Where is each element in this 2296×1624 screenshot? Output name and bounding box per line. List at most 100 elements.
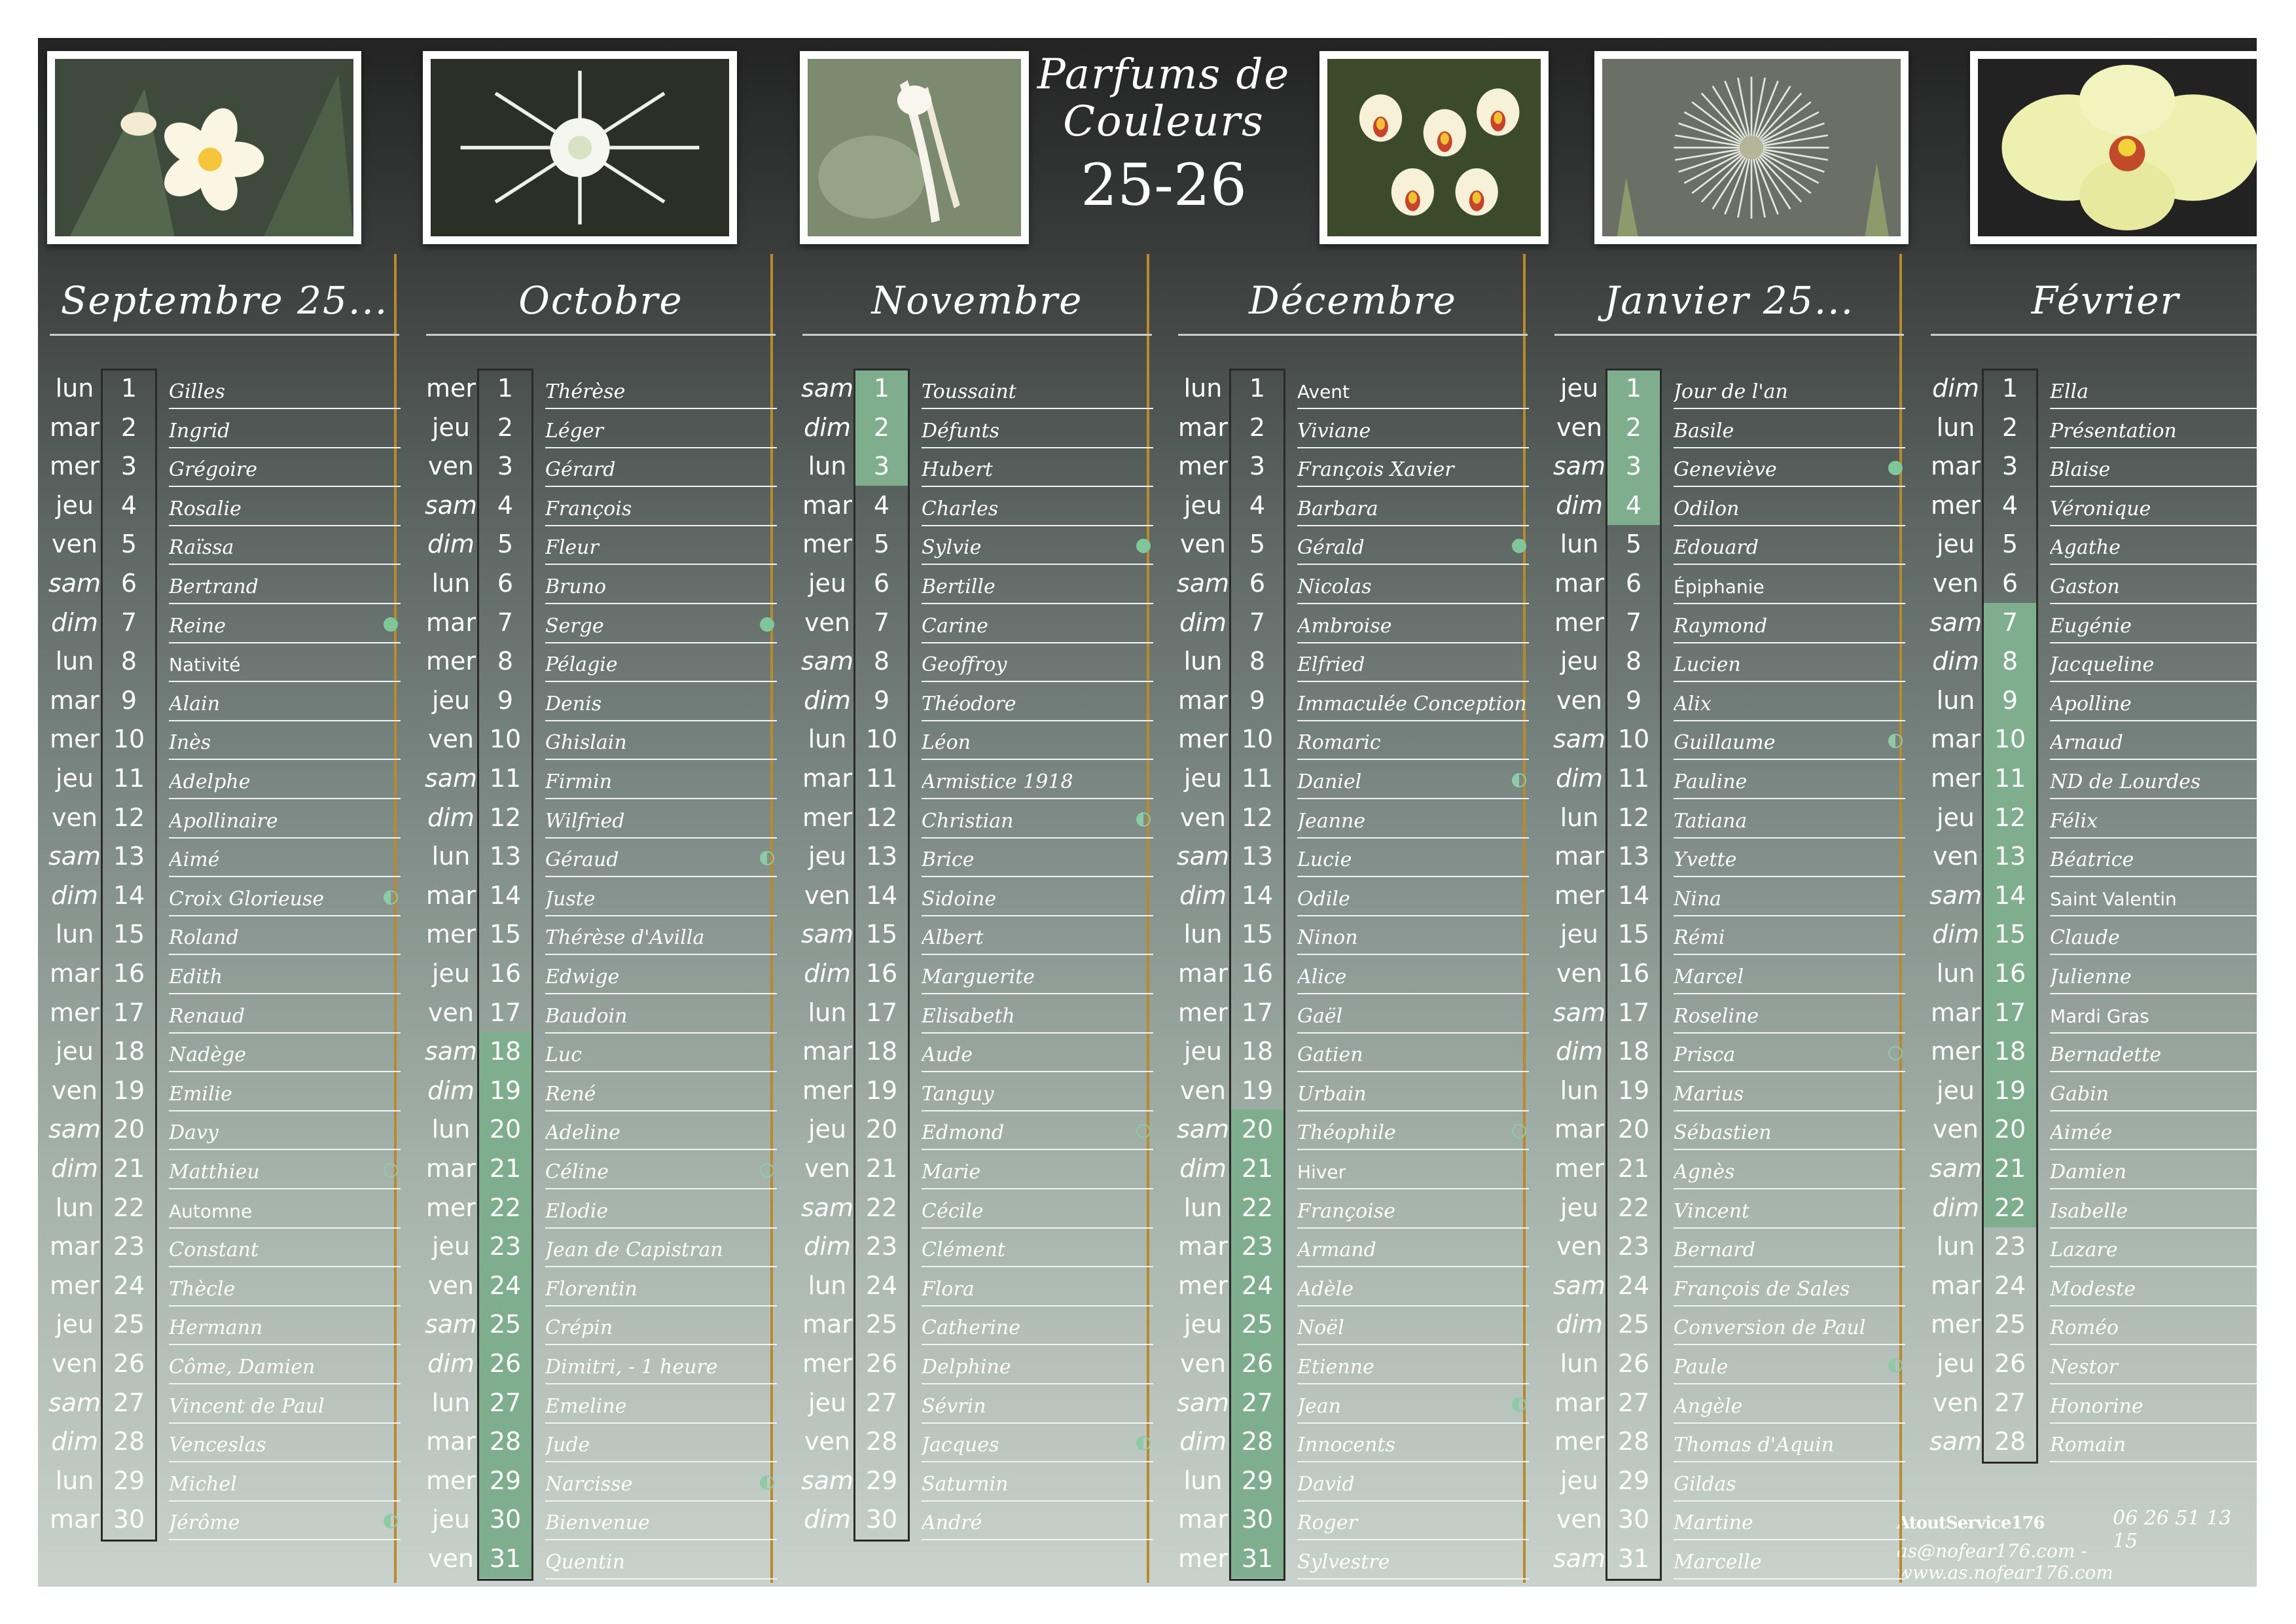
saint-name: Raïssa [169,524,401,566]
day-number: 30 [477,1500,533,1540]
day-row: sam 6 Nicolas [1166,564,1539,604]
day-row: jeu 25 Hermann [38,1305,411,1346]
saint-name: Nicolas [1297,564,1529,604]
day-row: jeu 25 Noël [1166,1305,1539,1346]
day-row: jeu 15 Rémi [1543,914,1916,956]
day-number: 26 [865,1349,898,1378]
day-row: dim 30 André [791,1500,1164,1541]
saint-name: Gilles [169,369,401,409]
saint-name: Firmin [545,759,777,799]
day-row: dim 22 Isabelle [1919,1187,2257,1229]
saint-name: Géraud [545,837,777,878]
day-number: 23 [1994,1232,2026,1261]
day-row: mer 5 Sylvie [791,524,1164,566]
saint-name: Elodie [545,1188,777,1229]
day-row: sam 14 Saint Valentin [1919,875,2257,916]
day-row: dim 19 René [414,1070,787,1111]
day-row: jeu 1 Jour de l'an [1543,369,1916,409]
saint-name: Davy [169,1110,401,1151]
day-row: lun 13 Géraud [414,837,787,878]
spider-lily-photo [423,51,737,244]
day-row: jeu 8 Lucien [1543,641,1916,683]
saint-name: Croix Glorieuse [169,876,401,916]
day-number: 26 [477,1344,533,1383]
day-number: 24 [1229,1265,1285,1305]
month-column: Février dim 1 Ella lun 2 Présentation mar 3 Blais… [1919,270,2257,1464]
day-row: jeu 29 Gildas [1543,1461,1916,1502]
saint-name: Quentin [545,1539,777,1579]
saint-name: Thomas d'Aquin [1674,1422,1905,1463]
saint-name: Isabelle [2050,1188,2257,1229]
day-number: 7 [120,607,137,637]
day-number: 31 [477,1539,533,1578]
saint-name: Théodore [922,681,1153,721]
day-row: dim 21 Hiver [1166,1149,1539,1189]
month-name: Octobre [426,270,776,336]
day-row: ven 16 Marcel [1543,954,1916,994]
saint-name: Bernadette [2050,1032,2257,1073]
saint-name: Romaric [1297,719,1529,761]
saint-name: Côme, Damien [169,1344,401,1384]
day-row: sam 6 Bertrand [38,564,411,604]
day-number: 11 [1982,759,2038,798]
saint-name: Défunts [922,408,1153,448]
saint-name: David [1297,1461,1529,1502]
day-number: 1 [853,369,910,408]
day-number: 28 [1229,1422,1285,1462]
day-number: 6 [120,569,137,598]
day-row: jeu 18 Gatien [1166,1032,1539,1073]
day-number: 26 [1617,1349,1650,1378]
saint-name: Bertille [922,564,1153,604]
day-row: jeu 13 Brice [791,837,1164,878]
month-name: Septembre 25... [50,270,399,336]
day-row: mar 3 Blaise [1919,446,2257,488]
day-row: mer 22 Elodie [414,1187,787,1229]
saint-name: Grégoire [169,446,401,488]
saint-name: Alain [169,681,401,721]
day-row: mer 14 Nina [1543,876,1916,916]
moon-phase-icon [384,1163,398,1178]
day-number: 13 [113,842,145,871]
saint-name: Gabin [2050,1071,2257,1111]
day-number: 15 [489,920,522,949]
day-number: 4 [497,490,514,520]
saint-name: Gildas [1674,1461,1905,1502]
day-row: mar 28 Jude [414,1422,787,1463]
saint-name: Ambroise [1297,603,1529,643]
day-number: 12 [865,803,898,832]
saint-name: Thècle [169,1266,401,1307]
saint-name: Gérard [545,446,777,488]
saint-name: Lucie [1297,837,1529,878]
dandelion-seedhead-photo [1594,51,1909,244]
saint-name: Vincent de Paul [169,1383,401,1424]
day-number: 16 [1241,959,1274,988]
day-row: lun 24 Flora [791,1266,1164,1307]
day-number: 9 [497,685,514,715]
saint-name: Marcelle [1674,1539,1905,1579]
day-number: 21 [113,1154,145,1183]
day-row: mar 10 Arnaud [1919,719,2257,761]
saint-name: Théophile [1297,1110,1529,1151]
day-number: 24 [1617,1271,1650,1300]
day-number: 17 [865,998,898,1027]
day-row: ven 13 Béatrice [1919,837,2257,878]
day-number: 18 [1982,1032,2038,1072]
day-row: mer 10 Romaric [1166,719,1539,761]
saint-name: Épiphanie [1674,564,1905,604]
day-row: mer 11 ND de Lourdes [1919,759,2257,799]
saint-name: Edmond [922,1110,1153,1151]
saint-name: Modeste [2050,1266,2257,1307]
saint-name: Martine [1674,1500,1905,1541]
day-number: 15 [1982,914,2038,954]
saint-name: Marie [922,1149,1153,1189]
day-row: dim 7 Ambroise [1166,603,1539,643]
saint-name: Saturnin [922,1461,1153,1502]
saint-name: Cécile [922,1188,1153,1229]
day-number: 30 [1229,1500,1285,1540]
day-number: 1 [1605,369,1662,408]
saint-name: Raymond [1674,603,1905,643]
day-row: sam 18 Luc [414,1032,787,1073]
saint-name: François Xavier [1297,446,1529,488]
day-number: 25 [1229,1305,1285,1344]
saint-name: Fleur [545,524,777,566]
